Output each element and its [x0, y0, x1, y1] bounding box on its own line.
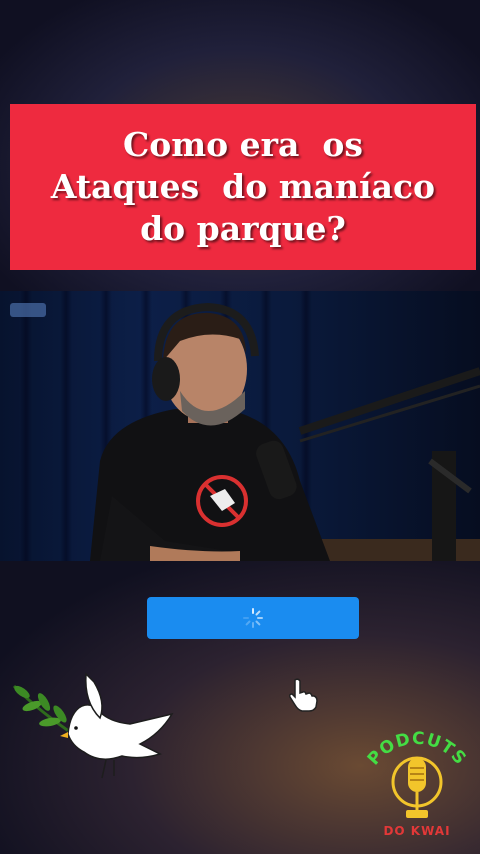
do-kwai-text: DO KWAI — [383, 824, 451, 838]
podcast-host-illustration — [90, 302, 480, 561]
hand-pointer-icon — [289, 678, 318, 712]
title-line-1: Como era os — [122, 125, 364, 164]
video-frame[interactable] — [0, 291, 480, 561]
loading-spinner-icon — [243, 608, 263, 628]
loading-button[interactable] — [147, 597, 359, 639]
podcuts-logo: PODCUTS DO KWAI — [358, 722, 476, 846]
title-line-3: do parque? — [140, 209, 346, 248]
microphone-icon — [391, 756, 443, 818]
title-line-2: Ataques do maníaco — [50, 167, 436, 206]
dove-with-olive-branch-icon — [12, 672, 174, 779]
title-banner: Como era os Ataques do maníaco do parque… — [10, 104, 476, 270]
